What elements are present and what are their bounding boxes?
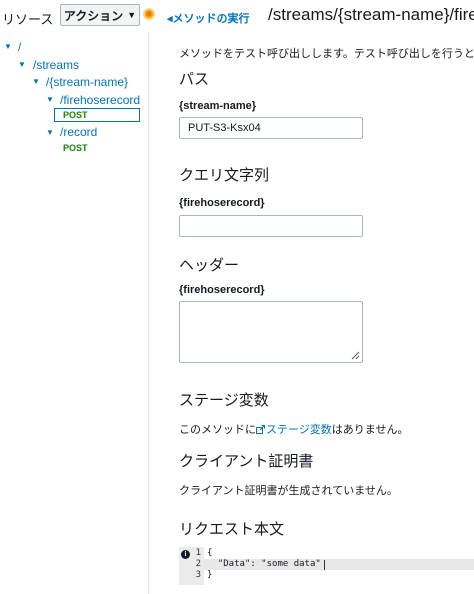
resources-label: リソース [2, 12, 54, 27]
tree-item-root[interactable]: / [18, 40, 21, 54]
caret-down-icon[interactable]: ▼ [18, 60, 26, 69]
query-field-label: {firehoserecord} [179, 197, 265, 209]
client-certificate-heading: クライアント証明書 [179, 453, 314, 470]
query-firehoserecord-input[interactable] [179, 215, 363, 237]
request-body-heading: リクエスト本文 [179, 521, 285, 538]
status-indicator-icon [143, 8, 155, 20]
tree-item-firehoserecord[interactable]: /firehoserecord [60, 93, 140, 107]
back-link[interactable]: ◂メソッドの実行 [167, 10, 250, 26]
code-line: } [207, 570, 213, 580]
stage-variables-link[interactable]: ステージ変数 [256, 424, 332, 436]
code-line: "Data": "some data" [207, 559, 321, 569]
line-number: 1 [195, 548, 201, 558]
page-title: /streams/{stream-name}/fireho [268, 5, 474, 24]
caret-down-icon[interactable]: ▼ [46, 95, 54, 104]
path-field-label: {stream-name} [179, 100, 257, 112]
resize-grip-icon[interactable] [351, 351, 360, 360]
method-test-panel: メソッドをテスト呼び出しします。テスト呼び出しを行うと、A パス {stream… [149, 32, 474, 594]
caret-down-icon: ▼ [127, 10, 137, 20]
caret-down-icon[interactable]: ▼ [32, 77, 40, 86]
tree-item-stream-name[interactable]: /{stream-name} [46, 75, 128, 89]
client-certificate-text: クライアント証明書が生成されていません。 [179, 485, 398, 497]
request-body-editor[interactable]: i 1 2 3 { "Data": "some data" } [179, 547, 474, 585]
header-firehoserecord-textarea[interactable] [179, 301, 363, 363]
top-bar: リソース アクション ▼ ◂メソッドの実行 /streams/{stream-n… [0, 0, 474, 32]
stream-name-input[interactable] [179, 117, 363, 139]
caret-down-icon[interactable]: ▼ [46, 128, 54, 137]
header-field-label: {firehoserecord} [179, 284, 265, 296]
info-icon[interactable]: i [181, 550, 190, 559]
code-line: { [207, 548, 213, 558]
caret-down-icon[interactable]: ▼ [4, 42, 12, 51]
tree-item-streams[interactable]: /streams [33, 58, 79, 72]
method-post-firehoserecord[interactable]: POST [63, 110, 88, 120]
test-description: メソッドをテスト呼び出しします。テスト呼び出しを行うと、A [179, 48, 474, 60]
line-number: 3 [195, 570, 201, 580]
actions-button-label: アクション [63, 8, 124, 23]
path-heading: パス [179, 71, 210, 88]
actions-button[interactable]: アクション ▼ [60, 4, 140, 26]
stage-variables-heading: ステージ変数 [179, 392, 269, 409]
headers-heading: ヘッダー [179, 257, 240, 274]
method-post-record[interactable]: POST [63, 143, 88, 153]
text-cursor [324, 560, 325, 570]
external-link-icon [256, 425, 265, 434]
tree-item-record[interactable]: /record [60, 125, 97, 139]
stage-variables-text: このメソッドに ステージ変数はありません。 [179, 424, 409, 436]
query-string-heading: クエリ文字列 [179, 167, 270, 184]
line-number: 2 [195, 559, 201, 569]
